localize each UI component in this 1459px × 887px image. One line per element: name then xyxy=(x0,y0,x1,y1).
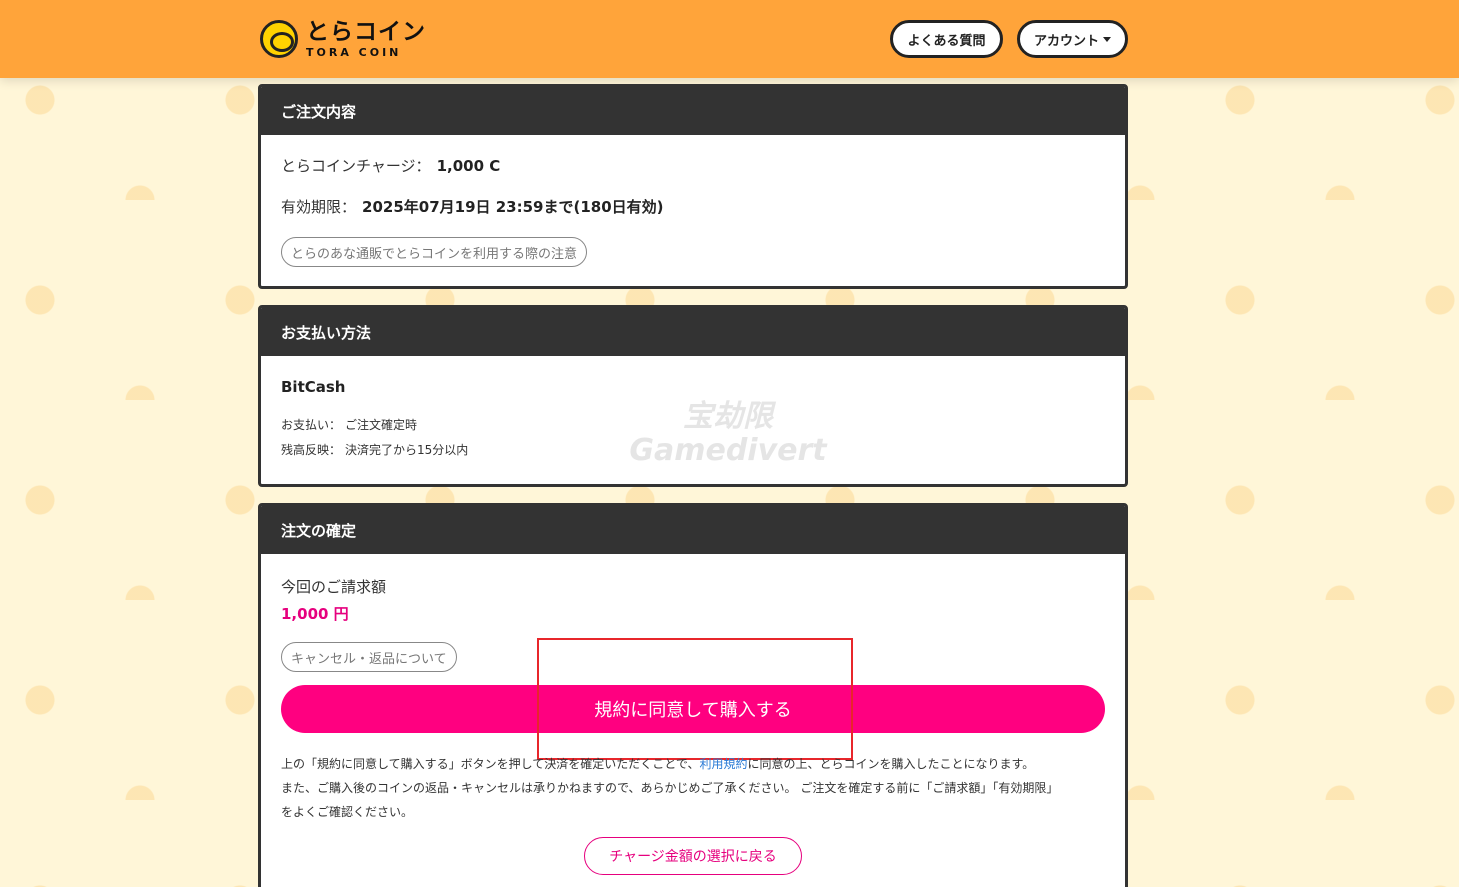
agree-and-buy-button[interactable]: 規約に同意して購入する xyxy=(281,685,1105,733)
order-confirm-heading: 注文の確定 xyxy=(261,506,1125,554)
caret-down-icon xyxy=(1103,36,1111,42)
logo-japanese: とらコイン xyxy=(306,18,426,45)
billing-label: 今回のご請求額 xyxy=(281,578,387,596)
note-line-1: 上の「規約に同意して購入する」ボタンを押して決済を確定いただくことで、利用規約に… xyxy=(281,752,1111,776)
order-details-card: ご注文内容 とらコインチャージ： 1,000 C 有効期限： 2025年07月1… xyxy=(258,84,1128,289)
account-menu-button[interactable]: アカウント xyxy=(1017,20,1128,58)
logo-english: TORA COIN xyxy=(306,45,402,59)
note-line-2: また、ご購入後のコインの返品・キャンセルは承りかねますので、あらかじめご了承くだ… xyxy=(281,781,1059,795)
expiry-label: 有効期限： xyxy=(281,198,357,216)
terms-link[interactable]: 利用規約 xyxy=(699,757,747,771)
tora-coin-logo[interactable]: とらコイン TORA COIN xyxy=(260,18,426,60)
balance-reflect-label: 残高反映： xyxy=(281,443,342,457)
order-confirm-card: 注文の確定 今回のご請求額 1,000 円 キャンセル・返品について 規約に同意… xyxy=(258,503,1128,887)
payment-method-card: お支払い方法 BitCash お支払い： ご注文確定時 残高反映： 決済完了から15… xyxy=(258,305,1128,487)
payment-method-heading: お支払い方法 xyxy=(261,308,1125,356)
faq-label: よくある質問 xyxy=(907,33,986,49)
note-part-2: に同意の上、とらコインを購入したことになります。 xyxy=(747,757,1035,771)
note-line-3: をよくご確認ください。 xyxy=(281,805,414,819)
purchase-notes: 上の「規約に同意して購入する」ボタンを押して決済を確定いただくことで、利用規約に… xyxy=(281,752,1111,824)
balance-reflect: 残高反映： 決済完了から15分以内 xyxy=(281,441,1105,458)
payment-timing-label: お支払い： xyxy=(281,418,342,432)
charge-value: 1,000 C xyxy=(436,156,501,175)
account-label: アカウント xyxy=(1033,33,1099,49)
charge-label: とらコインチャージ： xyxy=(281,157,431,175)
logo-text: とらコイン TORA COIN xyxy=(306,18,426,59)
payment-timing: お支払い： ご注文確定時 xyxy=(281,416,1105,433)
balance-reflect-value: 決済完了から15分以内 xyxy=(345,443,469,457)
expiry-value: 2025年07月19日 23:59まで(180日有効) xyxy=(362,198,664,216)
back-to-charge-button[interactable]: チャージ金額の選択に戻る xyxy=(584,837,802,875)
tiger-face-icon xyxy=(260,20,298,58)
expiry-row: 有効期限： 2025年07月19日 23:59まで(180日有効) xyxy=(281,196,1105,217)
payment-method-name: BitCash xyxy=(281,378,346,396)
payment-timing-value: ご注文確定時 xyxy=(345,418,418,432)
note-part-1: 上の「規約に同意して購入する」ボタンを押して決済を確定いただくことで、 xyxy=(281,757,700,771)
cancel-return-link[interactable]: キャンセル・返品について xyxy=(281,642,457,672)
top-header: とらコイン TORA COIN よくある質問 アカウント xyxy=(0,0,1459,78)
faq-button[interactable]: よくある質問 xyxy=(890,20,1003,58)
tora-notice-link[interactable]: とらのあな通販でとらコインを利用する際の注意 xyxy=(281,237,588,267)
charge-row: とらコインチャージ： 1,000 C xyxy=(281,155,1105,176)
order-details-heading: ご注文内容 xyxy=(261,87,1125,135)
billing-amount: 1,000 円 xyxy=(281,605,349,623)
